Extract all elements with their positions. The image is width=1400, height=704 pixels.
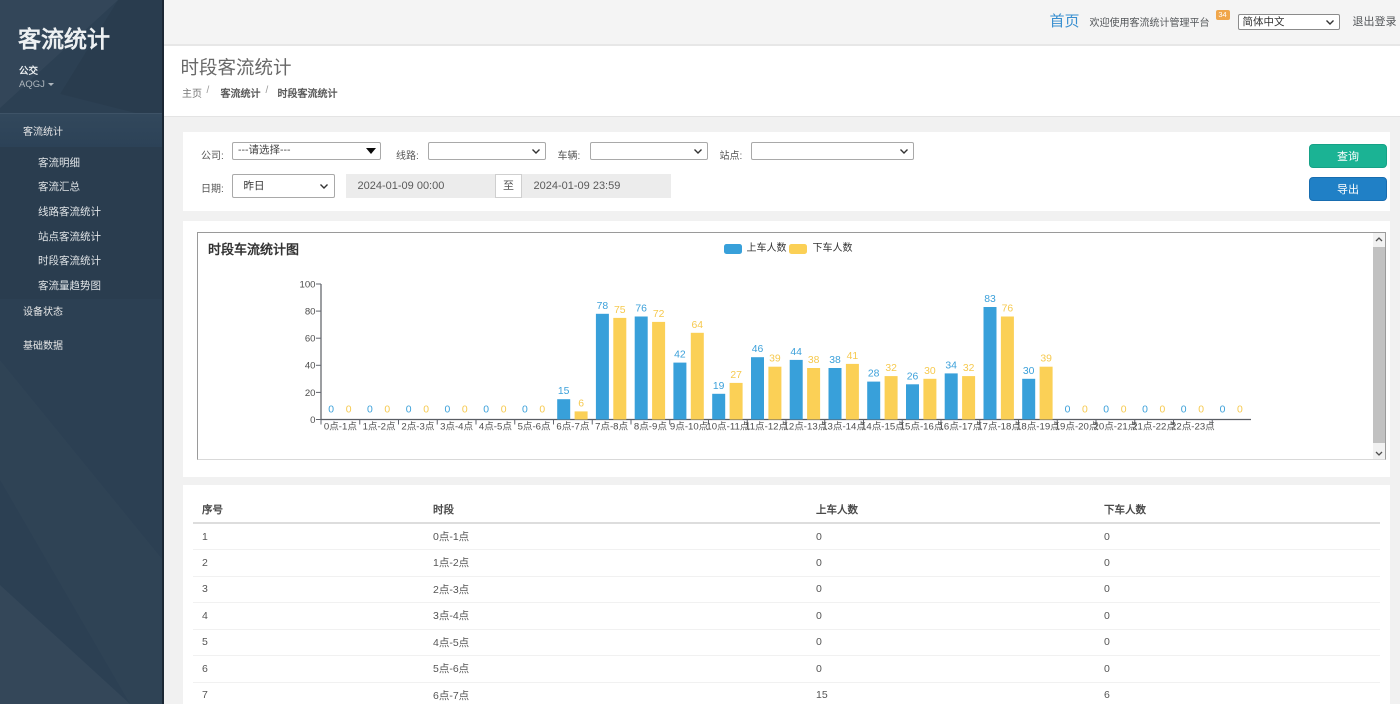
svg-text:14点-15点: 14点-15点 [861, 422, 905, 433]
svg-text:0: 0 [1065, 405, 1071, 416]
svg-text:0: 0 [346, 405, 352, 416]
svg-text:3点-4点: 3点-4点 [440, 422, 473, 433]
svg-text:7点-8点: 7点-8点 [595, 422, 628, 433]
svg-text:0: 0 [1181, 405, 1187, 416]
svg-text:0: 0 [1237, 405, 1243, 416]
svg-text:4点-5点: 4点-5点 [479, 422, 512, 433]
svg-text:64: 64 [692, 320, 704, 331]
svg-text:6点-7点: 6点-7点 [556, 422, 589, 433]
svg-text:0: 0 [310, 415, 315, 426]
svg-text:41: 41 [847, 351, 859, 362]
svg-text:0: 0 [1198, 405, 1204, 416]
svg-text:32: 32 [885, 363, 897, 374]
svg-text:32: 32 [963, 363, 975, 374]
svg-text:9点-10点: 9点-10点 [670, 422, 709, 433]
svg-text:40: 40 [305, 361, 316, 372]
svg-text:75: 75 [614, 305, 626, 316]
svg-text:0: 0 [384, 405, 390, 416]
svg-text:15点-16点: 15点-16点 [900, 422, 944, 433]
svg-text:0: 0 [501, 405, 507, 416]
svg-text:78: 78 [597, 301, 609, 312]
svg-text:46: 46 [752, 344, 764, 355]
svg-text:83: 83 [984, 294, 996, 305]
svg-text:0: 0 [367, 405, 373, 416]
svg-text:60: 60 [305, 334, 316, 345]
svg-text:80: 80 [305, 307, 316, 318]
svg-text:11点-12点: 11点-12点 [745, 422, 788, 433]
svg-text:6: 6 [578, 398, 584, 409]
svg-text:0: 0 [445, 405, 451, 416]
svg-text:30: 30 [924, 366, 936, 377]
svg-text:28: 28 [868, 369, 880, 380]
svg-text:19: 19 [713, 381, 725, 392]
svg-text:0: 0 [1103, 405, 1109, 416]
svg-text:26: 26 [907, 371, 919, 382]
svg-text:20点-21点: 20点-21点 [1094, 422, 1138, 433]
svg-text:0: 0 [1160, 405, 1166, 416]
svg-text:0: 0 [406, 405, 412, 416]
svg-text:42: 42 [674, 350, 686, 361]
svg-text:0: 0 [1142, 405, 1148, 416]
svg-text:0: 0 [423, 405, 429, 416]
svg-text:0: 0 [483, 405, 489, 416]
svg-text:27: 27 [730, 370, 742, 381]
svg-text:0: 0 [1220, 405, 1226, 416]
svg-text:0: 0 [328, 405, 334, 416]
svg-text:0: 0 [1082, 405, 1088, 416]
svg-text:18点-19点: 18点-19点 [1016, 422, 1060, 433]
svg-text:0: 0 [539, 405, 545, 416]
svg-text:76: 76 [635, 304, 647, 315]
svg-text:15: 15 [558, 386, 570, 397]
svg-text:30: 30 [1023, 366, 1035, 377]
svg-text:76: 76 [1002, 304, 1014, 315]
svg-text:0: 0 [462, 405, 468, 416]
svg-text:5点-6点: 5点-6点 [518, 422, 551, 433]
svg-text:8点-9点: 8点-9点 [634, 422, 667, 433]
svg-text:20: 20 [305, 388, 316, 399]
svg-text:0: 0 [1121, 405, 1127, 416]
svg-text:38: 38 [808, 355, 820, 366]
svg-text:34: 34 [945, 360, 957, 371]
svg-text:72: 72 [653, 309, 665, 320]
svg-text:44: 44 [790, 347, 802, 358]
svg-text:2点-3点: 2点-3点 [401, 422, 434, 433]
svg-text:13点-14点: 13点-14点 [822, 422, 866, 433]
svg-text:21点-22点: 21点-22点 [1132, 422, 1176, 433]
svg-text:38: 38 [829, 355, 841, 366]
svg-text:100: 100 [299, 279, 315, 290]
svg-text:16点-17点: 16点-17点 [939, 422, 983, 433]
svg-text:39: 39 [1040, 354, 1052, 365]
svg-text:0点-1点: 0点-1点 [324, 422, 357, 433]
svg-text:22点-23点: 22点-23点 [1171, 422, 1215, 433]
svg-text:19点-20点: 19点-20点 [1055, 422, 1099, 433]
svg-text:1点-2点: 1点-2点 [363, 422, 396, 433]
svg-text:0: 0 [522, 405, 528, 416]
svg-text:39: 39 [769, 354, 781, 365]
svg-text:17点-18点: 17点-18点 [977, 422, 1021, 433]
svg-text:12点-13点: 12点-13点 [784, 422, 828, 433]
svg-text:10点-11点: 10点-11点 [706, 422, 749, 433]
